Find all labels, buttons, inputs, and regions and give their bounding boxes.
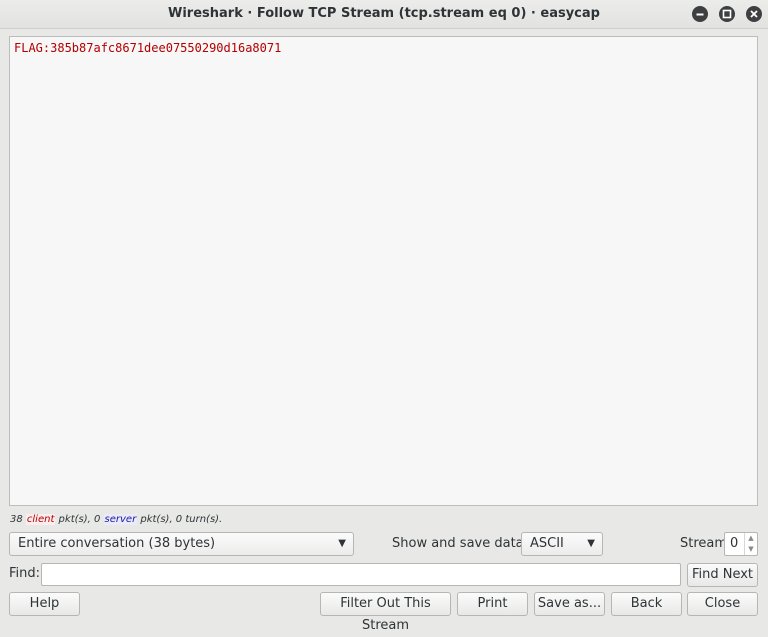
stats-server-suffix: pkt(s), 0 turn(s). bbox=[137, 514, 223, 525]
chevron-down-icon: ▼ bbox=[587, 538, 595, 549]
conversation-select[interactable]: Entire conversation (38 bytes) ▼ bbox=[9, 532, 354, 556]
find-next-button[interactable]: Find Next bbox=[687, 563, 758, 587]
conversation-select-value: Entire conversation (38 bytes) bbox=[18, 536, 216, 551]
spinner-down-icon[interactable]: ▼ bbox=[745, 544, 757, 555]
close-button[interactable]: Close bbox=[687, 592, 758, 616]
show-save-label: Show and save data as bbox=[392, 536, 543, 551]
spinner-arrows-icon[interactable]: ▲ ▼ bbox=[744, 533, 757, 555]
stream-content-area[interactable]: FLAG:385b87afc8671dee07550290d16a8071 bbox=[9, 36, 758, 506]
stream-text[interactable]: FLAG:385b87afc8671dee07550290d16a8071 bbox=[14, 41, 281, 55]
help-button[interactable]: Help bbox=[9, 592, 80, 616]
print-button[interactable]: Print bbox=[457, 592, 528, 616]
chevron-down-icon: ▼ bbox=[338, 538, 346, 549]
maximize-icon[interactable] bbox=[719, 6, 735, 22]
window-title: Wireshark · Follow TCP Stream (tcp.strea… bbox=[168, 6, 600, 21]
minimize-icon[interactable] bbox=[692, 6, 708, 22]
find-label: Find: bbox=[9, 566, 41, 581]
stats-client-count: 38 bbox=[10, 514, 26, 525]
format-select[interactable]: ASCII ▼ bbox=[521, 532, 603, 556]
stream-number-value: 0 bbox=[730, 536, 739, 551]
stream-label: Stream bbox=[680, 536, 728, 551]
stream-stats: 38 client pkt(s), 0 server pkt(s), 0 tur… bbox=[10, 514, 222, 525]
server-label: server bbox=[103, 514, 138, 525]
filter-out-stream-button[interactable]: Filter Out This Stream bbox=[320, 592, 451, 633]
client-label: client bbox=[25, 514, 56, 525]
title-bar: Wireshark · Follow TCP Stream (tcp.strea… bbox=[0, 0, 768, 29]
stats-client-suffix: pkt(s), 0 bbox=[55, 514, 104, 525]
spinner-up-icon[interactable]: ▲ bbox=[745, 533, 757, 544]
find-input[interactable] bbox=[41, 563, 681, 586]
stream-number-spinner[interactable]: 0 ▲ ▼ bbox=[724, 532, 758, 556]
save-as-button[interactable]: Save as... bbox=[534, 592, 605, 616]
back-button[interactable]: Back bbox=[611, 592, 682, 616]
format-select-value: ASCII bbox=[530, 536, 564, 551]
close-icon[interactable] bbox=[746, 6, 762, 22]
